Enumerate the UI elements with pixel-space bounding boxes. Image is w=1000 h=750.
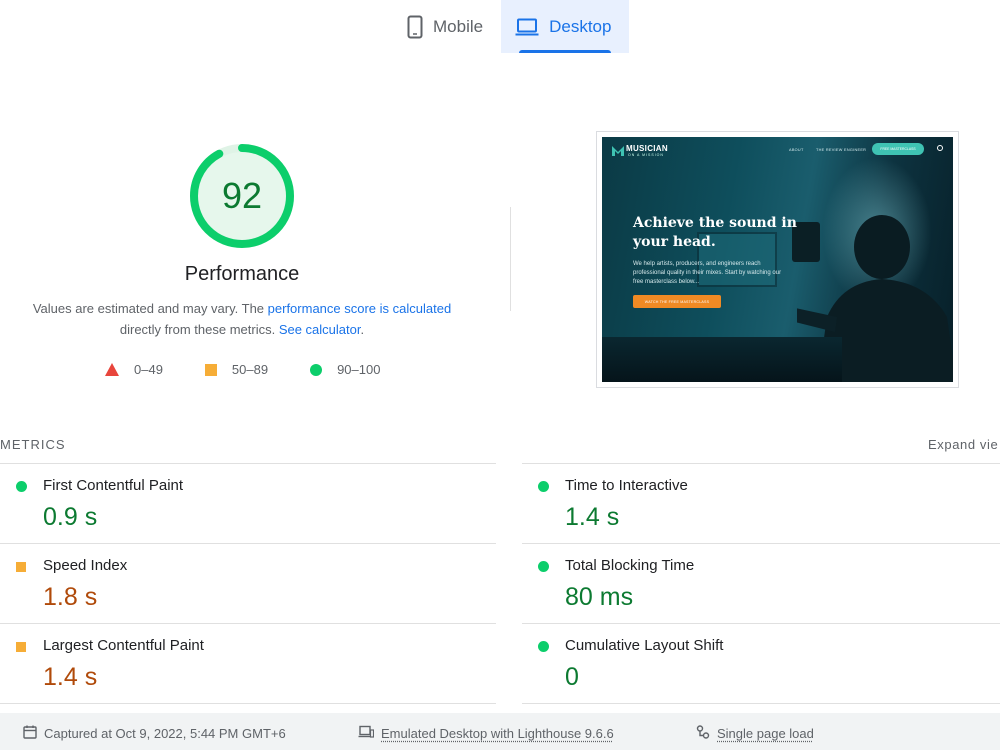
expand-view-toggle[interactable]: Expand vie [928, 437, 998, 452]
metric-value: 0.9 s [43, 503, 97, 532]
metric-value: 80 ms [565, 583, 633, 612]
metric-label: Time to Interactive [565, 477, 688, 494]
metric-label: Cumulative Layout Shift [565, 637, 723, 654]
pass-indicator [538, 641, 549, 652]
preview-nav-review: THE REVIEW ENGINEER [816, 148, 866, 152]
metric-cumulative-layout-shift: Cumulative Layout Shift 0 [522, 624, 1000, 704]
page-load-type[interactable]: Single page load [696, 725, 814, 742]
preview-nav-about: ABOUT [789, 148, 804, 152]
metric-label: First Contentful Paint [43, 477, 183, 494]
desc-text-1: Values are estimated and may vary. The [33, 301, 268, 316]
devices-icon [358, 725, 374, 742]
metric-value: 1.8 s [43, 583, 97, 612]
legend-pass: 90–100 [310, 362, 380, 377]
tab-mobile[interactable]: Mobile [393, 0, 501, 53]
metric-largest-contentful-paint: Largest Contentful Paint 1.4 s [0, 624, 480, 704]
triangle-icon [105, 363, 119, 376]
performance-description: Values are estimated and may vary. The p… [20, 298, 464, 340]
metric-label: Largest Contentful Paint [43, 637, 204, 654]
metric-label: Speed Index [43, 557, 127, 574]
performance-title: Performance [0, 263, 484, 286]
legend-fail-label: 0–49 [134, 362, 163, 377]
preview-logo: MUSICIAN [626, 144, 668, 153]
captured-at-text: Captured at Oct 9, 2022, 5:44 PM GMT+6 [44, 726, 286, 741]
page-screenshot-preview[interactable]: MUSICIAN ON A MISSION ABOUT THE REVIEW E… [596, 131, 959, 388]
load-icon [696, 725, 710, 742]
phone-icon [407, 15, 423, 39]
preview-subtext: We help artists, producers, and engineer… [633, 260, 793, 287]
average-indicator [16, 562, 26, 572]
report-footer: Captured at Oct 9, 2022, 5:44 PM GMT+6 E… [0, 713, 1000, 750]
average-indicator [16, 642, 26, 652]
desc-text-3: . [360, 322, 364, 337]
preview-cta: WATCH THE FREE MASTERCLASS [633, 295, 721, 308]
score-legend: 0–49 50–89 90–100 [105, 362, 422, 377]
desc-text-2: directly from these metrics. [120, 322, 279, 337]
score-value: 92 [188, 142, 296, 250]
square-icon [205, 364, 217, 376]
captured-at: Captured at Oct 9, 2022, 5:44 PM GMT+6 [23, 725, 286, 742]
calendar-icon [23, 725, 37, 742]
emulated-device-text: Emulated Desktop with Lighthouse 9.6.6 [381, 726, 614, 741]
metric-first-contentful-paint: First Contentful Paint 0.9 s [0, 464, 480, 544]
metric-time-to-interactive: Time to Interactive 1.4 s [522, 464, 1000, 544]
metric-speed-index: Speed Index 1.8 s [0, 544, 480, 624]
search-icon [937, 145, 943, 151]
laptop-icon [515, 18, 539, 36]
metric-total-blocking-time: Total Blocking Time 80 ms [522, 544, 1000, 624]
circle-icon [310, 364, 322, 376]
desk-shape [602, 337, 842, 382]
page-load-type-text: Single page load [717, 726, 814, 741]
pass-indicator [538, 561, 549, 572]
score-calculated-link[interactable]: performance score is calculated [268, 301, 452, 316]
tab-desktop[interactable]: Desktop [501, 0, 629, 53]
metric-value: 1.4 s [43, 663, 97, 692]
legend-pass-label: 90–100 [337, 362, 380, 377]
metric-value: 0 [565, 663, 579, 692]
musician-logo-icon [612, 146, 624, 156]
metric-value: 1.4 s [565, 503, 619, 532]
tab-mobile-label: Mobile [433, 17, 483, 37]
legend-fail: 0–49 [105, 362, 163, 377]
preview-nav: MUSICIAN ON A MISSION ABOUT THE REVIEW E… [602, 137, 953, 163]
preview-nav-button: FREE MASTERCLASS [872, 143, 924, 155]
legend-average-label: 50–89 [232, 362, 268, 377]
device-tabs: Mobile Desktop [393, 0, 629, 53]
preview-logo-sub: ON A MISSION [628, 153, 664, 157]
screenshot-image: MUSICIAN ON A MISSION ABOUT THE REVIEW E… [602, 137, 953, 382]
tab-desktop-label: Desktop [549, 17, 611, 37]
see-calculator-link[interactable]: See calculator [279, 322, 361, 337]
vertical-divider [510, 207, 511, 311]
preview-headline: Achieve the sound in your head. [633, 214, 803, 252]
pass-indicator [538, 481, 549, 492]
metrics-heading: METRICS [0, 437, 66, 452]
emulated-device[interactable]: Emulated Desktop with Lighthouse 9.6.6 [358, 725, 614, 742]
legend-average: 50–89 [205, 362, 268, 377]
performance-gauge: 92 [188, 142, 296, 250]
metric-label: Total Blocking Time [565, 557, 694, 574]
pass-indicator [16, 481, 27, 492]
